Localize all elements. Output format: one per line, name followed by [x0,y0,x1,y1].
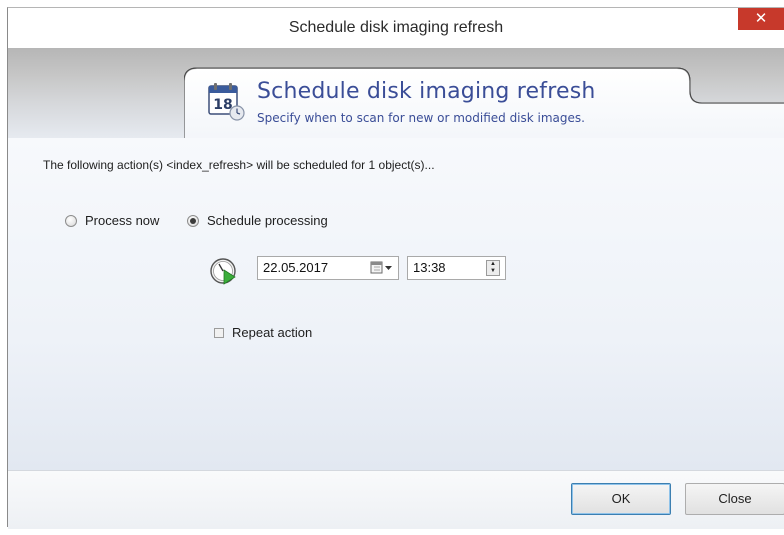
title-bar: Schedule disk imaging refresh ✕ [8,8,784,48]
close-icon: ✕ [754,10,768,27]
info-text: The following action(s) <index_refresh> … [43,158,435,172]
content-area: The following action(s) <index_refresh> … [8,138,784,470]
window-title: Schedule disk imaging refresh [288,19,504,36]
header-title: Schedule disk imaging refresh [257,79,596,104]
date-picker[interactable]: 22.05.2017 [257,256,399,280]
spin-down-arrow-icon[interactable]: ▼ [487,268,499,275]
schedule-processing-option[interactable]: Schedule processing [187,213,328,228]
repeat-action-label: Repeat action [232,325,313,340]
spin-up-arrow-icon[interactable]: ▲ [487,261,499,268]
clock-play-icon [209,257,239,287]
time-picker[interactable]: 13:38 ▲ ▼ [407,256,506,280]
schedule-processing-radio[interactable] [187,214,199,227]
repeat-action-checkbox[interactable] [214,327,224,338]
button-bar: OK Close [8,470,784,529]
schedule-processing-label: Schedule processing [207,213,328,228]
time-value: 13:38 [413,260,446,275]
time-spinner[interactable]: ▲ ▼ [486,260,500,276]
calendar-dropdown-icon [370,261,392,274]
date-value: 22.05.2017 [263,260,329,275]
close-button[interactable]: Close [685,483,784,515]
process-now-label: Process now [85,213,160,228]
header-banner: 18 Schedule disk imaging refresh Specify… [8,48,784,159]
date-dropdown-button[interactable] [370,261,394,275]
calendar-icon: 18 [206,81,246,121]
process-now-option[interactable]: Process now [65,213,159,228]
repeat-action-option[interactable]: Repeat action [214,325,312,340]
header-subtitle: Specify when to scan for new or modified… [257,111,585,125]
process-now-radio[interactable] [65,214,77,227]
dialog-window: Schedule disk imaging refresh ✕ 18 Sched… [7,7,784,529]
window-close-button[interactable]: ✕ [738,8,784,30]
ok-button[interactable]: OK [571,483,671,515]
